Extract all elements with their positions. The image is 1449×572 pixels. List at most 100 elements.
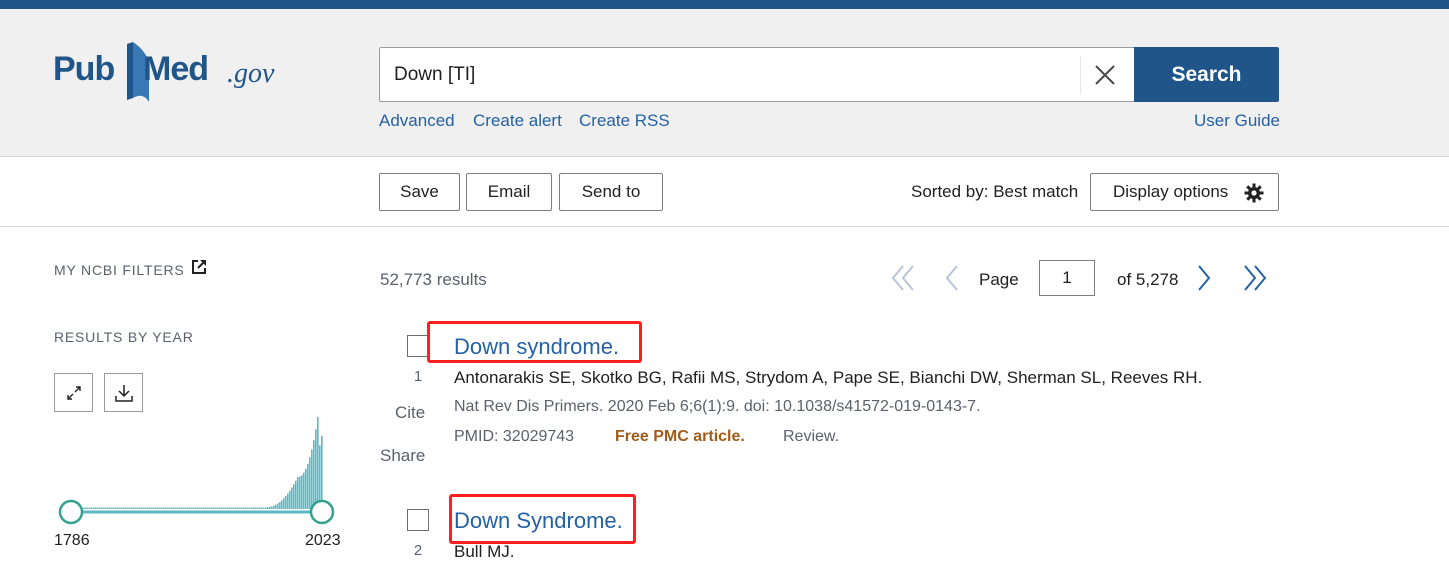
year-end-handle[interactable] — [309, 499, 335, 525]
histogram-bar — [193, 507, 195, 509]
histogram-bar — [131, 507, 133, 509]
year-histogram[interactable] — [54, 375, 344, 525]
histogram-bar — [283, 498, 285, 509]
histogram-bar — [277, 503, 279, 509]
histogram-bar — [289, 490, 291, 509]
histogram-bar — [83, 507, 85, 509]
pubmed-logo[interactable]: Pub Med .gov — [53, 40, 293, 104]
histogram-bar — [213, 507, 215, 509]
histogram-bar — [251, 507, 253, 509]
histogram-bar — [95, 507, 97, 509]
histogram-bar — [123, 507, 125, 509]
histogram-bar — [219, 507, 221, 509]
histogram-bar — [153, 507, 155, 509]
histogram-bar — [291, 487, 293, 509]
histogram-bar — [127, 507, 129, 509]
highlight-box — [449, 494, 636, 544]
histogram-bar — [259, 507, 261, 509]
histogram-bar — [233, 507, 235, 509]
external-link-icon[interactable] — [191, 259, 207, 275]
publication-type: Review. — [783, 428, 840, 445]
histogram-bar — [89, 507, 91, 509]
sort-label[interactable]: Sorted by: Best match — [911, 182, 1078, 202]
page-number-input[interactable] — [1039, 260, 1095, 296]
histogram-bar — [299, 476, 301, 509]
histogram-bar — [223, 507, 225, 509]
histogram-bar — [305, 468, 307, 509]
previous-page-icon[interactable] — [943, 263, 961, 293]
search-box — [379, 47, 1135, 102]
histogram-bar — [205, 507, 207, 509]
histogram-bar — [149, 507, 151, 509]
histogram-bar — [269, 506, 271, 509]
histogram-bar — [109, 507, 111, 509]
histogram-bar — [271, 506, 273, 509]
search-button[interactable]: Search — [1134, 47, 1279, 102]
save-button[interactable]: Save — [379, 173, 460, 211]
result-checkbox[interactable] — [407, 509, 429, 531]
create-alert-link[interactable]: Create alert — [473, 111, 562, 131]
search-input[interactable] — [394, 48, 1074, 101]
histogram-bar — [139, 507, 141, 509]
last-page-icon[interactable] — [1241, 263, 1269, 293]
result-authors: Bull MJ. — [454, 542, 515, 561]
logo-pub-text: Pub — [53, 50, 115, 88]
top-stripe — [0, 0, 1449, 9]
histogram-bar — [221, 507, 223, 509]
histogram-bar — [161, 507, 163, 509]
logo-med-text: Med — [143, 50, 209, 88]
my-ncbi-filters-heading[interactable]: MY NCBI FILTERS — [54, 262, 185, 278]
histogram-bar — [93, 507, 95, 509]
histogram-bar — [113, 507, 115, 509]
histogram-bar — [133, 507, 135, 509]
histogram-bar — [137, 507, 139, 509]
year-end-label: 2023 — [305, 532, 341, 549]
histogram-bar — [281, 500, 283, 509]
histogram-bar — [91, 507, 93, 509]
share-button[interactable]: Share — [380, 446, 425, 466]
histogram-bar — [197, 507, 199, 509]
create-rss-link[interactable]: Create RSS — [579, 111, 670, 131]
histogram-bar — [321, 436, 323, 509]
histogram-bar — [107, 507, 109, 509]
histogram-bar — [125, 507, 127, 509]
histogram-bar — [243, 507, 245, 509]
histogram-bar — [187, 507, 189, 509]
histogram-bar — [117, 507, 119, 509]
histogram-bar — [115, 507, 117, 509]
next-page-icon[interactable] — [1195, 263, 1213, 293]
histogram-bar — [157, 507, 159, 509]
histogram-bar — [141, 507, 143, 509]
histogram-bar — [121, 507, 123, 509]
year-start-handle[interactable] — [58, 499, 84, 525]
histogram-bar — [199, 507, 201, 509]
histogram-bar — [293, 484, 295, 509]
result-pmid: PMID: 32029743 — [454, 428, 575, 445]
histogram-bars — [71, 416, 323, 509]
first-page-icon[interactable] — [889, 263, 917, 293]
result-checkbox[interactable] — [407, 335, 429, 357]
histogram-bar — [163, 507, 165, 509]
histogram-bar — [211, 507, 213, 509]
histogram-bar — [145, 507, 147, 509]
histogram-bar — [85, 507, 87, 509]
histogram-bar — [265, 507, 267, 509]
histogram-bar — [255, 507, 257, 509]
send-to-button[interactable]: Send to — [559, 173, 663, 211]
histogram-bar — [273, 505, 275, 509]
page-label: Page — [979, 270, 1019, 289]
email-button[interactable]: Email — [466, 173, 552, 211]
histogram-bar — [183, 507, 185, 509]
clear-search-button[interactable] — [1080, 56, 1128, 94]
histogram-bar — [111, 507, 113, 509]
user-guide-link[interactable]: User Guide — [1194, 111, 1280, 131]
advanced-link[interactable]: Advanced — [379, 111, 455, 131]
histogram-bar — [181, 507, 183, 509]
histogram-bar — [279, 502, 281, 509]
histogram-bar — [247, 507, 249, 509]
histogram-bar — [195, 507, 197, 509]
histogram-bar — [235, 507, 237, 509]
display-options-button[interactable]: Display options — [1090, 173, 1279, 211]
histogram-bar — [129, 507, 131, 509]
cite-button[interactable]: Cite — [395, 403, 425, 423]
